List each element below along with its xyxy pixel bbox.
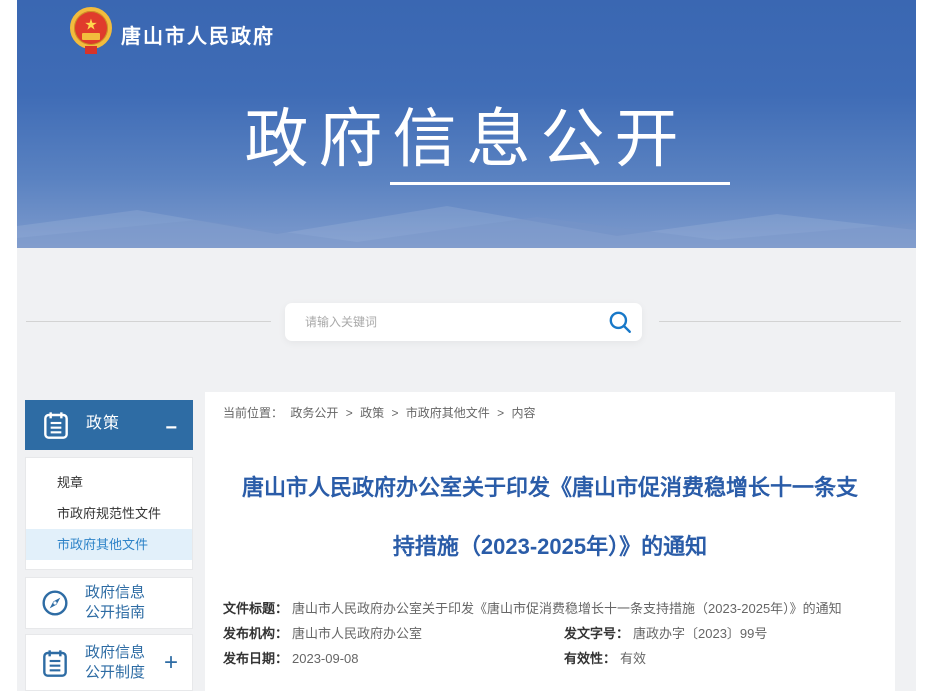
sidebar-section-disclosure-system[interactable]: 政府信息 公开制度 + xyxy=(25,634,193,691)
publish-date-label: 发布日期： xyxy=(223,651,288,666)
meta-row-doc-title: 文件标题： 唐山市人民政府办公室关于印发《唐山市促消费稳增长十一条支持措施（202… xyxy=(223,599,885,624)
breadcrumb-item-policy[interactable]: 政策 xyxy=(360,406,384,420)
sidebar-item-normative-documents[interactable]: 市政府规范性文件 xyxy=(26,498,192,529)
breadcrumb-item-content: 内容 xyxy=(512,406,536,420)
search-divider-right xyxy=(659,321,901,322)
sidebar-system-line1: 政府信息 xyxy=(85,643,145,663)
sidebar-guide-line2: 公开指南 xyxy=(85,603,145,623)
issuer-value: 唐山市人民政府办公室 xyxy=(292,626,422,641)
compass-icon xyxy=(39,587,71,619)
expand-icon[interactable]: + xyxy=(164,651,178,675)
article-meta: 文件标题： 唐山市人民政府办公室关于印发《唐山市促消费稳增长十一条支持措施（202… xyxy=(223,599,885,674)
search-bar xyxy=(285,303,642,341)
validity-label: 有效性： xyxy=(564,651,616,666)
emblem-ribbon-shape xyxy=(85,46,97,54)
search-input[interactable] xyxy=(305,303,595,341)
search-divider-left xyxy=(26,321,271,322)
doc-number-field: 发文字号： 唐政办字〔2023〕99号 xyxy=(564,624,767,644)
banner-title-underline xyxy=(390,182,730,185)
banner-title: 政府信息公开 xyxy=(17,88,916,180)
breadcrumb-separator: > xyxy=(346,406,353,420)
sidebar-section-policy[interactable]: 政策 − xyxy=(25,400,193,450)
sidebar-section-disclosure-guide[interactable]: 政府信息 公开指南 xyxy=(25,577,193,629)
policy-submenu: 规章 市政府规范性文件 市政府其他文件 xyxy=(25,457,193,570)
emblem-gate-shape xyxy=(82,33,100,40)
mountain-decoration xyxy=(17,190,916,248)
sidebar-system-line2: 公开制度 xyxy=(85,663,145,683)
sidebar-item-regulations[interactable]: 规章 xyxy=(26,467,192,498)
emblem-star-icon: ★ xyxy=(84,17,97,32)
site-header: ★ 唐山市人民政府 xyxy=(17,0,916,62)
doc-title-value: 唐山市人民政府办公室关于印发《唐山市促消费稳增长十一条支持措施（2023-202… xyxy=(292,601,842,616)
clipboard-icon xyxy=(40,409,72,441)
sidebar-guide-line1: 政府信息 xyxy=(85,583,145,603)
issuer-label: 发布机构： xyxy=(223,626,288,641)
breadcrumb-label: 当前位置： xyxy=(223,406,283,420)
clipboard-icon xyxy=(39,647,71,679)
publish-date-field: 发布日期： 2023-09-08 xyxy=(223,651,359,666)
doc-number-label: 发文字号： xyxy=(564,626,629,641)
sidebar-policy-label: 政策 xyxy=(86,409,120,433)
meta-row-date-validity: 发布日期： 2023-09-08 有效性： 有效 xyxy=(223,649,885,674)
article-title: 唐山市人民政府办公室关于印发《唐山市促消费稳增长十一条支持措施（2023-202… xyxy=(230,458,870,576)
collapse-icon[interactable]: − xyxy=(165,418,177,438)
article-title-text: 唐山市人民政府办公室关于印发《唐山市促消费稳增长十一条支持措施（2023-202… xyxy=(238,458,863,576)
sidebar-system-label: 政府信息 公开制度 xyxy=(85,643,145,683)
validity-value: 有效 xyxy=(620,651,646,666)
search-button[interactable] xyxy=(606,309,634,335)
breadcrumb-separator: > xyxy=(391,406,398,420)
breadcrumb-item-disclosure[interactable]: 政务公开 xyxy=(290,406,338,420)
site-name-link[interactable]: 唐山市人民政府 xyxy=(121,20,275,49)
doc-title-label: 文件标题： xyxy=(223,601,288,616)
breadcrumb: 当前位置： 政务公开 > 政策 > 市政府其他文件 > 内容 xyxy=(223,404,540,421)
breadcrumb-item-other-documents[interactable]: 市政府其他文件 xyxy=(406,406,490,420)
banner: ★ 唐山市人民政府 政府信息公开 xyxy=(17,0,916,248)
issuer-field: 发布机构： 唐山市人民政府办公室 xyxy=(223,626,422,641)
breadcrumb-separator: > xyxy=(497,406,504,420)
content-panel: 当前位置： 政务公开 > 政策 > 市政府其他文件 > 内容 唐山市人民政府办公… xyxy=(205,392,895,691)
meta-row-issuer-number: 发布机构： 唐山市人民政府办公室 发文字号： 唐政办字〔2023〕99号 xyxy=(223,624,885,649)
national-emblem-icon: ★ xyxy=(70,7,112,49)
publish-date-value: 2023-09-08 xyxy=(292,651,359,666)
sidebar-item-other-documents[interactable]: 市政府其他文件 xyxy=(26,529,192,560)
sidebar-guide-label: 政府信息 公开指南 xyxy=(85,583,145,623)
search-icon xyxy=(607,309,633,335)
doc-number-value: 唐政办字〔2023〕99号 xyxy=(633,626,767,641)
validity-field: 有效性： 有效 xyxy=(564,649,646,669)
